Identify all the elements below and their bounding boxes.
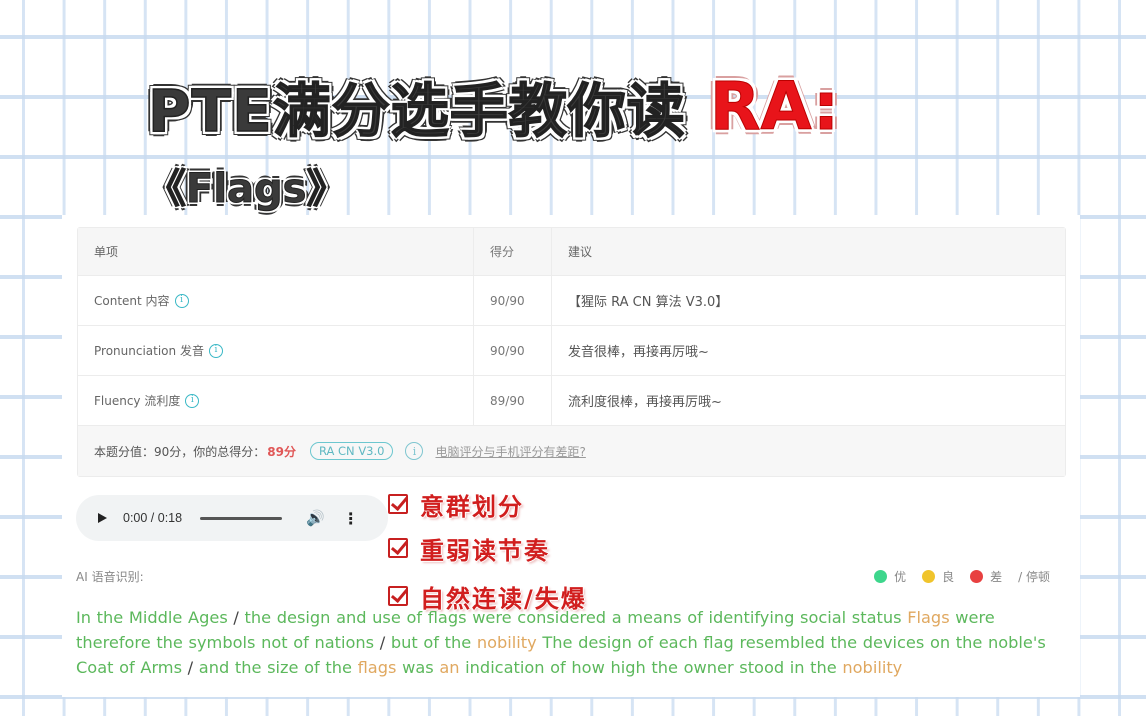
item-label: Content 内容: [94, 294, 170, 308]
check-item: 意群划分: [388, 485, 587, 523]
audio-player: 0:00 / 0:18 🔊 ⋮: [76, 495, 388, 541]
checkbox-checked-icon: [388, 494, 408, 514]
score-value: 89/90: [474, 376, 552, 425]
more-options-icon[interactable]: ⋮: [343, 509, 359, 528]
video-title: PTE满分选手教你读 RA:: [147, 66, 840, 146]
info-icon[interactable]: i: [185, 393, 200, 408]
info-icon[interactable]: i: [174, 293, 189, 308]
score-value: 90/90: [474, 326, 552, 375]
title-tag: RA:: [709, 67, 840, 145]
table-row: Content 内容 i 90/90 【猩际 RA CN 算法 V3.0】: [78, 276, 1065, 326]
transcript-word-group: In the Middle Ages: [76, 608, 234, 627]
item-label: Pronunciation 发音: [94, 344, 204, 358]
check-item: 重弱读节奏: [388, 529, 587, 567]
volume-icon[interactable]: 🔊: [306, 509, 325, 527]
table-header: 单项 得分 建议: [78, 228, 1065, 276]
checkbox-checked-icon: [388, 538, 408, 558]
checklist: 意群划分 重弱读节奏 自然连读/失爆: [388, 485, 587, 615]
transcript: In the Middle Ages / the design and use …: [76, 605, 1066, 680]
total-score: 89分: [267, 444, 296, 459]
play-icon[interactable]: [98, 513, 107, 523]
header-advice: 建议: [568, 245, 593, 259]
summary-prefix: 本题分值：90分，你的总得分：: [94, 444, 266, 459]
score-summary: 本题分值：90分，你的总得分： 89分 RA CN V3.0 i 电脑评分与手机…: [78, 426, 1065, 476]
legend: 优 良 差 / 停顿: [874, 568, 1050, 585]
legend-label: 差: [990, 570, 1003, 584]
table-row: Fluency 流利度 i 89/90 流利度很棒，再接再厉哦~: [78, 376, 1065, 426]
score-value: 90/90: [474, 276, 552, 325]
info-icon[interactable]: i: [405, 442, 424, 460]
transcript-word-group: the design and use of flags were conside…: [244, 608, 908, 627]
advice-text: 流利度很棒，再接再厉哦~: [568, 395, 722, 410]
advice-text: 发音很棒，再接再厉哦~: [568, 345, 709, 360]
check-label: 意群划分: [420, 492, 524, 521]
pause-marker: /: [187, 658, 199, 677]
result-panel: 单项 得分 建议 Content 内容 i 90/90 【猩际 RA CN 算法…: [62, 215, 1080, 697]
header-item: 单项: [78, 228, 474, 275]
table-row: Pronunciation 发音 i 90/90 发音很棒，再接再厉哦~: [78, 326, 1065, 376]
version-badge: RA CN V3.0: [309, 442, 394, 460]
audio-progress-slider[interactable]: [200, 516, 283, 520]
info-icon[interactable]: i: [208, 343, 223, 358]
transcript-word-group: Flags: [907, 608, 956, 627]
audio-time: 0:00 / 0:18: [123, 511, 183, 525]
transcript-word-group: an: [439, 658, 466, 677]
legend-label: 优: [894, 570, 907, 584]
transcript-word-group: nobility: [842, 658, 903, 677]
ai-recognition-label: AI 语音识别:: [76, 570, 144, 584]
check-label: 重弱读节奏: [420, 536, 550, 565]
score-difference-link[interactable]: 电脑评分与手机评分有差距?: [435, 443, 585, 460]
pause-marker: /: [233, 608, 245, 627]
transcript-word-group: and the size of the: [198, 658, 358, 677]
pause-marker: /: [379, 633, 391, 652]
advice-text: 【猩际 RA CN 算法 V3.0】: [568, 295, 729, 310]
transcript-word-group: but of the: [390, 633, 477, 652]
legend-dot-ok: [922, 570, 936, 583]
header-score: 得分: [474, 228, 552, 275]
transcript-word-group: flags: [357, 658, 403, 677]
legend-dot-good: [874, 570, 888, 583]
transcript-word-group: was: [402, 658, 440, 677]
transcript-word-group: indication of how high the owner stood i…: [465, 658, 843, 677]
legend-label: 良: [942, 570, 955, 584]
score-table: 单项 得分 建议 Content 内容 i 90/90 【猩际 RA CN 算法…: [77, 227, 1066, 477]
legend-dot-bad: [970, 570, 984, 583]
title-main: PTE满分选手教你读: [147, 76, 686, 146]
checkbox-checked-icon: [388, 586, 408, 606]
legend-pause-label: / 停顿: [1018, 570, 1050, 584]
transcript-word-group: nobility: [476, 633, 543, 652]
item-label: Fluency 流利度: [94, 394, 181, 408]
title-subtitle: 《Flags》: [145, 166, 347, 213]
